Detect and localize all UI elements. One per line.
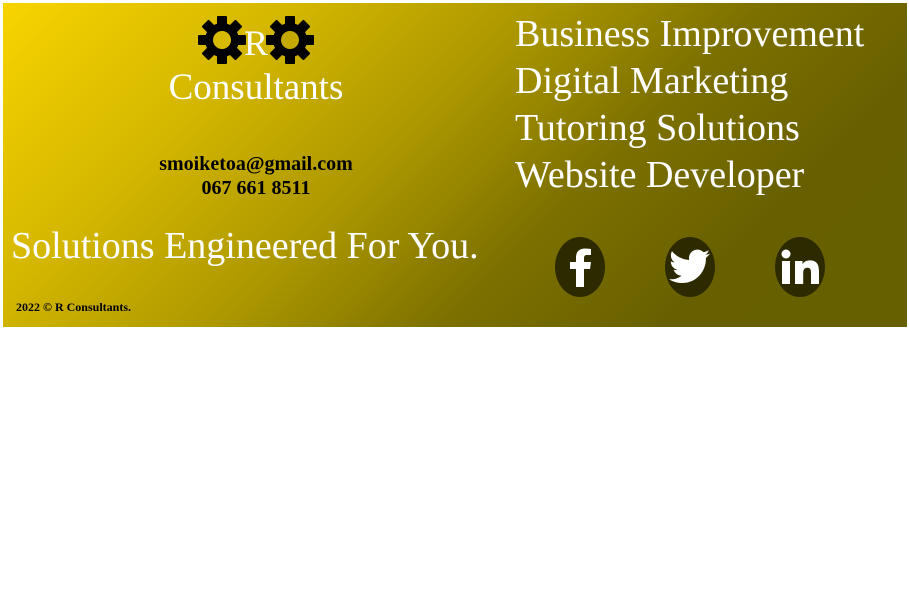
- services-list: Business Improvement Digital Marketing T…: [515, 11, 864, 199]
- logo-letter: R: [243, 23, 268, 63]
- footer-banner: R Consultants smoiketoa@gmail.com 067 66…: [3, 3, 907, 327]
- service-digital-marketing: Digital Marketing: [515, 60, 789, 102]
- tagline: Solutions Engineered For You.: [11, 225, 479, 267]
- facebook-link[interactable]: [555, 237, 605, 297]
- phone-number: 067 661 8511: [201, 177, 311, 199]
- brand-column: R Consultants smoiketoa@gmail.com 067 66…: [3, 3, 509, 327]
- linkedin-icon: [781, 249, 819, 284]
- twitter-icon: [669, 249, 710, 283]
- service-website-developer: Website Developer: [515, 154, 805, 196]
- gear-icon: [197, 16, 246, 64]
- email-link[interactable]: smoiketoa@gmail.com: [3, 152, 509, 176]
- twitter-link[interactable]: [665, 237, 715, 297]
- company-name: Consultants: [168, 67, 344, 108]
- linkedin-link[interactable]: [775, 237, 825, 297]
- logo: R: [3, 13, 509, 67]
- facebook-icon: [570, 248, 591, 287]
- contact-info: smoiketoa@gmail.com 067 661 8511: [3, 152, 509, 200]
- service-tutoring-solutions: Tutoring Solutions: [515, 107, 800, 149]
- gear-icon: [266, 16, 314, 64]
- copyright: 2022 © R Consultants.: [16, 300, 131, 314]
- service-business-improvement: Business Improvement: [515, 13, 865, 55]
